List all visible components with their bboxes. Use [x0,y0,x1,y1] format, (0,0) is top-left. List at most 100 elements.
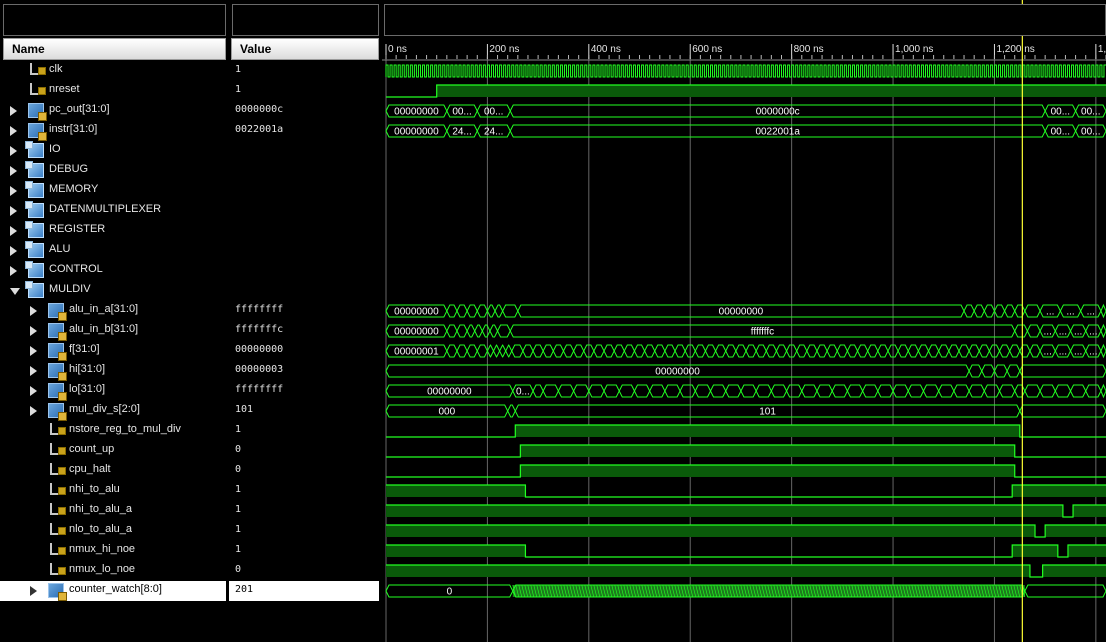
signal-row-counter-watch[interactable]: counter_watch[8:0] [0,581,226,601]
value-row-nhi-to-alu-a[interactable]: 1 [229,501,379,521]
expand-arrow-right-icon[interactable] [30,586,37,596]
bus-segment [603,344,615,358]
value-row-nreset[interactable]: 1 [229,81,379,101]
bus-segment [1100,323,1106,339]
signal-row-mul-div-s[interactable]: mul_div_s[2:0] [0,401,226,421]
value-row-clk[interactable]: 1 [229,61,379,81]
value-row-mul-div-s[interactable]: 101 [229,401,379,421]
expand-arrow-right-icon[interactable] [10,106,17,116]
signal-row-count-up[interactable]: count_up [0,441,226,461]
bus-segment [446,344,458,358]
expand-arrow-down-icon[interactable] [10,288,20,295]
expand-arrow-right-icon[interactable] [30,406,37,416]
signal-row-nreset[interactable]: nreset [0,81,226,101]
bus-value-label: 00... [452,107,471,118]
waveform-canvas[interactable]: 0 ns 200 ns 400 ns 600 ns 800 ns 1,000 ns 1,20… [382,0,1106,642]
expand-arrow-right-icon[interactable] [10,206,17,216]
signal-row-nmux-hi-noe[interactable]: nmux_hi_noe [0,541,226,561]
signal-row-nhi-to-alu[interactable]: nhi_to_alu [0,481,226,501]
expand-arrow-right-icon[interactable] [10,226,17,236]
signal-row-nstore-reg-to-mul-div[interactable]: nstore_reg_to_mul_div [0,421,226,441]
value-row-datenmultiplexer[interactable] [229,201,379,221]
signal-row-clk[interactable]: clk [0,61,226,81]
signal-row-nmux-lo-noe[interactable]: nmux_lo_noe [0,561,226,581]
signal-row-nlo-to-alu-a[interactable]: nlo_to_alu_a [0,521,226,541]
value-row-alu[interactable] [229,241,379,261]
bus-segment [552,344,565,358]
value-row-count-up[interactable]: 0 [229,441,379,461]
expand-arrow-right-icon[interactable] [10,146,17,156]
value-row-cpu-halt[interactable]: 0 [229,461,379,481]
value-row-nstore-reg-to-mul-div[interactable]: 1 [229,421,379,441]
group-icon [25,161,44,178]
bus-segment [786,384,803,398]
value-row-io[interactable] [229,141,379,161]
signal-row-alu-in-a[interactable]: alu_in_a[31:0] [0,301,226,321]
tick-label: 1,40 [1098,44,1106,55]
bit-high-fill [386,505,1063,517]
signal-row-nhi-to-alu-a[interactable]: nhi_to_alu_a [0,501,226,521]
signal-row-control[interactable]: CONTROL [0,261,226,281]
bit-high-fill [1067,545,1106,557]
waveform-panel[interactable]: 0 ns 200 ns 400 ns 600 ns 800 ns 1,000 ns 1,20… [382,0,1106,642]
expand-arrow-right-icon[interactable] [10,166,17,176]
value-row-nhi-to-alu[interactable]: 1 [229,481,379,501]
bus-segment [801,384,818,398]
expand-arrow-right-icon[interactable] [30,306,37,316]
value-row-alu-in-b[interactable]: fffffffc [229,321,379,341]
value-row-control[interactable] [229,261,379,281]
signal-name: lo[31:0] [69,383,106,395]
signal-row-instr[interactable]: instr[31:0] [0,121,226,141]
signal-row-hi[interactable]: hi[31:0] [0,361,226,381]
signal-row-debug[interactable]: DEBUG [0,161,226,181]
bus-segment [704,344,717,358]
value-row-counter-watch[interactable]: 201 [229,581,379,601]
value-row-register[interactable] [229,221,379,241]
value-row-alu-in-a[interactable]: ffffffff [229,301,379,321]
signal-row-register[interactable]: REGISTER [0,221,226,241]
signal-row-alu-in-b[interactable]: alu_in_b[31:0] [0,321,226,341]
bus-segment [831,384,848,398]
value-row-nmux-hi-noe[interactable]: 1 [229,541,379,561]
expand-arrow-right-icon[interactable] [10,266,17,276]
value-row-nlo-to-alu-a[interactable]: 1 [229,521,379,541]
expand-arrow-right-icon[interactable] [30,326,37,336]
value-row-lo[interactable]: ffffffff [229,381,379,401]
signal-row-pc-out[interactable]: pc_out[31:0] [0,101,226,121]
value-row-instr[interactable]: 0022001a [229,121,379,141]
expand-arrow-right-icon[interactable] [30,386,37,396]
signal-row-alu[interactable]: ALU [0,241,226,261]
bus-segment [1004,304,1016,318]
signal-row-cpu-halt[interactable]: cpu_halt [0,461,226,481]
signal-row-lo[interactable]: lo[31:0] [0,381,226,401]
expand-arrow-right-icon[interactable] [30,366,37,376]
expand-arrow-right-icon[interactable] [10,246,17,256]
bus-segment [796,344,808,358]
bus-segment [953,384,970,398]
name-column-header[interactable]: Name [3,38,226,60]
signal-row-datenmultiplexer[interactable]: DATENMULTIPLEXER [0,201,226,221]
bus-segment [922,384,940,398]
expand-arrow-right-icon[interactable] [10,186,17,196]
bus-segment [993,304,1006,318]
value-row-debug[interactable] [229,161,379,181]
signal-row-muldiv[interactable]: MULDIV [0,281,226,301]
value-column-header[interactable]: Value [231,38,379,60]
bus-value-label: 00... [1051,127,1070,138]
value-row-nmux-lo-noe[interactable]: 0 [229,561,379,581]
signal-row-f[interactable]: f[31:0] [0,341,226,361]
expand-arrow-right-icon[interactable] [30,346,37,356]
expand-arrow-right-icon[interactable] [10,126,17,136]
value-row-hi[interactable]: 00000003 [229,361,379,381]
group-icon [25,261,44,278]
bus-segment [502,304,519,318]
value-row-pc-out[interactable]: 0000000c [229,101,379,121]
value-row-muldiv[interactable] [229,281,379,301]
bit-high-fill [515,425,1020,437]
signal-name: nlo_to_alu_a [69,523,133,535]
value-row-f[interactable]: 00000000 [229,341,379,361]
signal-name: IO [49,143,61,155]
signal-row-io[interactable]: IO [0,141,226,161]
signal-row-memory[interactable]: MEMORY [0,181,226,201]
value-row-memory[interactable] [229,181,379,201]
